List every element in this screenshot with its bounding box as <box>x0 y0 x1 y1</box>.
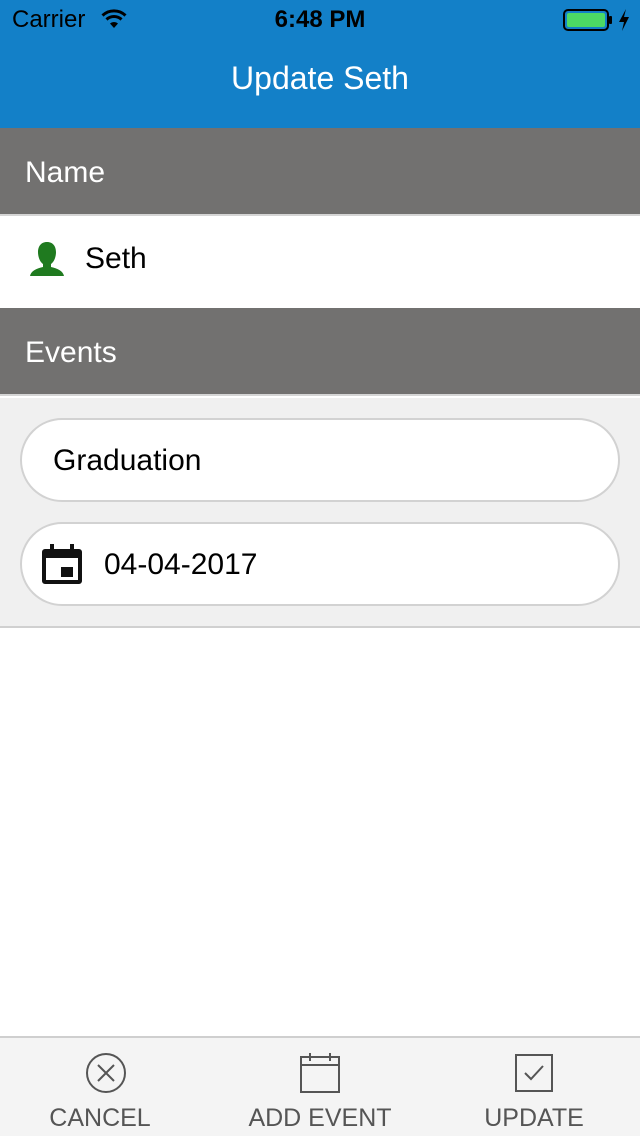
event-date-value: 04-04-2017 <box>104 548 258 581</box>
add-event-button[interactable]: ADD EVENT <box>213 1038 427 1136</box>
event-card: Graduation 04-04-2017 <box>0 398 640 628</box>
status-bar: Carrier 6:48 PM <box>0 0 640 40</box>
name-section-label: Name <box>25 156 106 189</box>
page-title: Update Seth <box>231 60 409 96</box>
update-button[interactable]: UPDATE <box>427 1038 640 1136</box>
events-section-label: Events <box>25 336 117 369</box>
cancel-circle-icon <box>86 1053 126 1093</box>
calendar-add-icon <box>300 1053 340 1093</box>
cancel-label: CANCEL <box>49 1104 151 1132</box>
contact-name-row[interactable]: Seth <box>0 218 640 308</box>
person-icon <box>30 242 64 276</box>
bottom-tab-bar: CANCEL ADD EVENT UPDATE <box>0 1036 640 1136</box>
name-section-header: Name <box>0 128 640 216</box>
checkbox-icon <box>515 1054 553 1092</box>
charging-bolt-icon <box>619 9 629 31</box>
event-name-value: Graduation <box>53 444 202 477</box>
navigation-bar: Update Seth <box>0 40 640 128</box>
calendar-icon <box>42 544 82 584</box>
event-name-field[interactable]: Graduation <box>20 418 620 502</box>
battery-icon <box>563 9 612 31</box>
status-time: 6:48 PM <box>274 6 366 33</box>
event-date-field[interactable]: 04-04-2017 <box>20 522 620 606</box>
contact-name: Seth <box>85 242 147 275</box>
add-event-label: ADD EVENT <box>248 1104 392 1132</box>
update-label: UPDATE <box>484 1104 584 1132</box>
events-section-header: Events <box>0 308 640 396</box>
cancel-button[interactable]: CANCEL <box>0 1038 214 1136</box>
